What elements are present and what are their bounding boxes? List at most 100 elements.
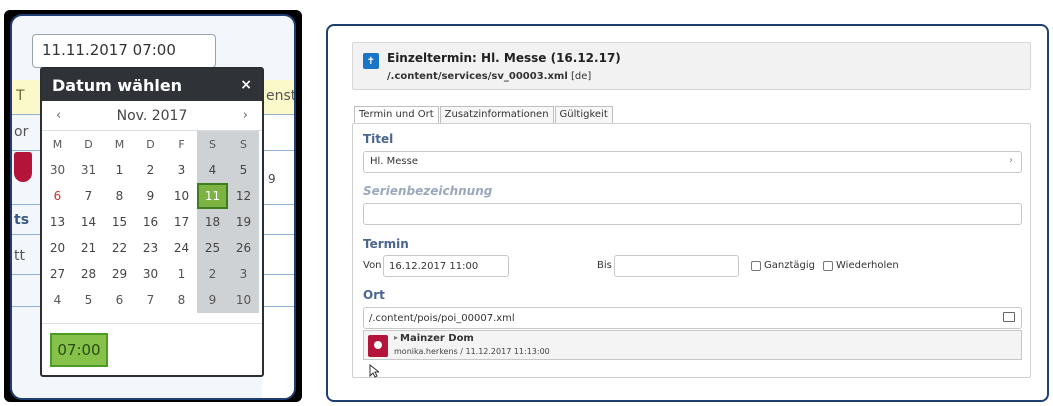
calendar-day[interactable]: 22	[104, 235, 135, 261]
von-field[interactable]: 16.12.2017 11:00	[383, 255, 509, 277]
editor-panel: ✝ Einzeltermin: Hl. Messe (16.12.17) /.c…	[326, 24, 1049, 402]
calendar-day[interactable]: 5	[228, 157, 259, 183]
calendar-day[interactable]: 17	[166, 209, 197, 235]
calendar-day[interactable]: 26	[228, 235, 259, 261]
calendar-day[interactable]: 9	[197, 287, 228, 313]
calendar-day[interactable]: 14	[73, 209, 104, 235]
tab-termin-und-ort[interactable]: Termin und Ort	[354, 106, 439, 124]
titel-value: Hl. Messe	[370, 156, 419, 167]
wiederholen-label: Wiederholen	[836, 260, 899, 271]
map-pin-icon	[368, 335, 388, 357]
month-navigation: ‹ Nov. 2017 ›	[42, 101, 262, 131]
calendar-day[interactable]: 16	[135, 209, 166, 235]
calendar-day[interactable]: 12	[228, 183, 259, 209]
calendar-week-row: 4 5 6 7 8 9 10	[42, 287, 262, 313]
calendar-day[interactable]: 15	[104, 209, 135, 235]
calendar-day[interactable]: 1	[166, 261, 197, 287]
tab-gueltigkeit[interactable]: Gültigkeit	[554, 106, 613, 124]
weekday-label: F	[178, 137, 185, 151]
background-text: enst	[266, 88, 296, 104]
calendar-day[interactable]: 5	[73, 287, 104, 313]
calendar-day[interactable]: 24	[166, 235, 197, 261]
calendar-week-row: 27 28 29 30 1 2 3	[42, 261, 262, 287]
termin-label: Termin	[363, 237, 409, 251]
calendar-day[interactable]: 4	[42, 287, 73, 313]
datepicker-title: Datum wählen	[52, 75, 183, 95]
calendar-day[interactable]: 27	[42, 261, 73, 287]
calendar-day[interactable]: 1	[104, 157, 135, 183]
weekday-label: D	[146, 137, 155, 151]
background-text: ts	[14, 212, 30, 228]
poi-preview[interactable]: ▸ Mainzer Dom monika.herkens / 11.12.201…	[363, 330, 1022, 360]
calendar-day[interactable]: 3	[228, 261, 259, 287]
datepicker-popup: Datum wählen × ‹ Nov. 2017 › MDMDFSS 30 3…	[40, 67, 264, 377]
calendar-grid: MDMDFSS 30 31 1 2 3 4 5 6 7 8 9 10 11 12 13 14 15 16 17 18 1…	[42, 131, 262, 313]
calendar-day[interactable]: 29	[104, 261, 135, 287]
calendar-day[interactable]: 21	[73, 235, 104, 261]
editor-tabs: Termin und Ort Zusatzinformationen Gülti…	[354, 106, 614, 124]
month-label: Nov. 2017	[116, 107, 188, 124]
folder-icon[interactable]	[1003, 312, 1015, 322]
calendar-day[interactable]: 10	[228, 287, 259, 313]
calendar-day[interactable]: 20	[42, 235, 73, 261]
calendar-day[interactable]: 11	[197, 183, 228, 209]
calendar-day[interactable]: 2	[135, 157, 166, 183]
calendar-day[interactable]: 3	[166, 157, 197, 183]
calendar-day[interactable]: 13	[42, 209, 73, 235]
ort-field[interactable]: /.content/pois/poi_00007.xml	[363, 307, 1022, 329]
chevron-left-icon[interactable]: ‹	[56, 108, 61, 123]
date-input[interactable]: 11.11.2017 07:00	[32, 34, 216, 68]
titel-field[interactable]: Hl. Messe ›	[363, 151, 1022, 173]
calendar-day[interactable]: 7	[135, 287, 166, 313]
calendar-day[interactable]: 4	[197, 157, 228, 183]
ganztaegig-label: Ganztägig	[764, 260, 815, 271]
triangle-right-icon[interactable]: ▸	[394, 333, 398, 342]
calendar-day[interactable]: 18	[197, 209, 228, 235]
calendar-day[interactable]: 19	[228, 209, 259, 235]
calendar-week-row: 30 31 1 2 3 4 5	[42, 157, 262, 183]
bis-label: Bis	[597, 260, 612, 271]
editor-body: Titel Hl. Messe › Serienbezeichnung Term…	[352, 123, 1031, 378]
background-text: T	[16, 88, 25, 104]
ort-label: Ort	[363, 288, 385, 302]
calendar-day[interactable]: 8	[166, 287, 197, 313]
left-panel: T enst or 9 ts tt 11.11.2017 07:00 Datum…	[10, 14, 296, 400]
ganztaegig-checkbox[interactable]	[751, 261, 761, 271]
church-icon: ✝	[363, 53, 379, 69]
resource-path: /.content/services/sv_00003.xml [de]	[387, 71, 591, 82]
calendar-day[interactable]: 30	[42, 157, 73, 183]
calendar-day[interactable]: 6	[104, 287, 135, 313]
resource-title: Einzeltermin: Hl. Messe (16.12.17)	[387, 51, 621, 65]
calendar-week-row: 13 14 15 16 17 18 19	[42, 209, 262, 235]
chevron-right-icon[interactable]: ›	[243, 108, 248, 123]
time-button[interactable]: 07:00	[50, 333, 108, 367]
tab-zusatzinformationen[interactable]: Zusatzinformationen	[439, 106, 554, 124]
calendar-day[interactable]: 30	[135, 261, 166, 287]
ort-value: /.content/pois/poi_00007.xml	[369, 313, 515, 324]
background-poi-icon	[14, 152, 32, 182]
calendar-day[interactable]: 23	[135, 235, 166, 261]
poi-name: Mainzer Dom	[400, 333, 474, 344]
background-text: tt	[14, 248, 25, 264]
calendar-day[interactable]: 7	[73, 183, 104, 209]
calendar-day[interactable]: 25	[197, 235, 228, 261]
calendar-week-row: 20 21 22 23 24 25 26	[42, 235, 262, 261]
calendar-day[interactable]: 31	[73, 157, 104, 183]
calendar-weeks: 30 31 1 2 3 4 5 6 7 8 9 10 11 12 13 14 15 16 17 18 19 20 21 22 2…	[42, 157, 262, 313]
resource-path-value: /.content/services/sv_00003.xml	[387, 71, 568, 82]
calendar-day[interactable]: 2	[197, 261, 228, 287]
calendar-day[interactable]: 28	[73, 261, 104, 287]
wiederholen-checkbox[interactable]	[823, 261, 833, 271]
calendar-day[interactable]: 9	[135, 183, 166, 209]
mouse-cursor-icon	[369, 364, 379, 378]
weekday-label: S	[228, 131, 259, 157]
weekday-header-row: MDMDFSS	[42, 131, 262, 157]
close-icon[interactable]: ×	[240, 77, 252, 93]
calendar-day[interactable]: 10	[166, 183, 197, 209]
bis-field[interactable]	[614, 255, 739, 277]
calendar-day[interactable]: 6	[42, 183, 73, 209]
von-label: Von	[363, 260, 382, 271]
resource-locale: [de]	[570, 71, 592, 82]
calendar-day[interactable]: 8	[104, 183, 135, 209]
serienbezeichnung-field[interactable]	[363, 203, 1022, 225]
